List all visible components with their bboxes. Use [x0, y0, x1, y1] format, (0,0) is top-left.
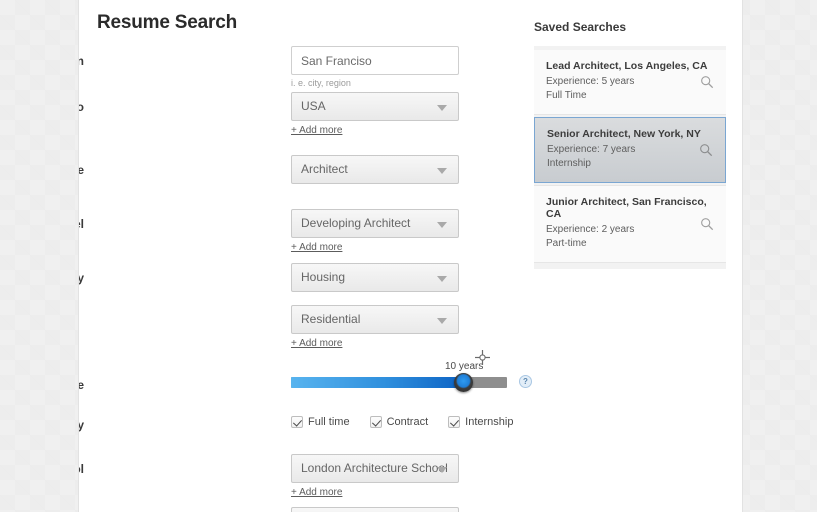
select-sector-speciality[interactable]: Housing	[291, 263, 459, 292]
select-architecture-school[interactable]: London Architecture School	[291, 454, 459, 483]
label-professional-level: Professinal Level	[79, 217, 84, 231]
slider-value-label: 10 years	[445, 361, 484, 372]
select-value-sector-speciality-2: Residential	[301, 312, 361, 326]
label-location: Location	[79, 54, 84, 68]
select-value-relocate: USA	[301, 99, 326, 113]
saved-search-title: Lead Architect, Los Angeles, CA	[546, 60, 708, 72]
search-icon[interactable]	[699, 143, 713, 157]
saved-search-item-senior-architect[interactable]: Senior Architect, New York, NY Experienc…	[534, 117, 726, 183]
select-value-sector-speciality: Housing	[301, 270, 346, 284]
label-availability: Availability	[79, 418, 84, 432]
label-job-title: Job title	[79, 163, 84, 177]
saved-search-experience: Experience: 5 years	[546, 76, 635, 87]
slider-fill	[291, 377, 463, 388]
slider-handle[interactable]	[454, 373, 473, 392]
select-value-architecture-school: London Architecture School	[301, 461, 448, 475]
saved-searches-title: Saved Searches	[534, 20, 627, 34]
saved-search-item-junior-architect[interactable]: Junior Architect, San Francisco, CA Expe…	[534, 185, 726, 263]
label-willing-to-relocate: Willing to Relocate to	[79, 100, 84, 114]
select-job-title[interactable]: Architect	[291, 155, 459, 184]
saved-search-availability: Full Time	[546, 90, 587, 101]
chevron-down-icon	[437, 168, 447, 174]
checkbox-internship[interactable]: Internship	[448, 416, 513, 428]
search-icon[interactable]	[700, 217, 714, 231]
label-architecture-school: Architecture School	[79, 462, 84, 476]
add-more-architecture-school[interactable]: + Add more	[291, 487, 459, 498]
saved-search-experience: Experience: 7 years	[547, 144, 636, 155]
add-more-relocate[interactable]: + Add more	[291, 125, 459, 136]
saved-search-title: Senior Architect, New York, NY	[547, 128, 701, 140]
checkbox-contract[interactable]: Contract	[369, 416, 429, 428]
label-sector-speciality: Sector Speciality	[79, 271, 84, 285]
checkbox-label-full-time: Full time	[308, 416, 350, 428]
saved-search-experience: Experience: 2 years	[546, 224, 635, 235]
checkbox-label-internship: Internship	[465, 416, 514, 428]
chevron-down-icon	[437, 222, 447, 228]
checkbox-full-time[interactable]: Full time	[291, 416, 350, 428]
chevron-down-icon	[437, 467, 447, 473]
add-more-sector-speciality[interactable]: + Add more	[291, 338, 459, 349]
select-professional-level[interactable]: Developing Architect	[291, 209, 459, 238]
chevron-down-icon	[437, 276, 447, 282]
hint-location: i. e. city, region	[291, 78, 351, 88]
checkbox-label-contract: Contract	[386, 416, 429, 428]
search-icon[interactable]	[700, 75, 714, 89]
saved-search-availability: Part-time	[546, 238, 587, 249]
saved-search-title: Junior Architect, San Francisco, CA	[546, 196, 707, 220]
checkbox-box[interactable]	[448, 416, 461, 428]
saved-search-item-lead-architect[interactable]: Lead Architect, Los Angeles, CA Experien…	[534, 50, 726, 115]
label-years-of-experience: Years of Experience	[79, 378, 84, 392]
chevron-down-icon	[437, 318, 447, 324]
help-icon[interactable]: ?	[519, 375, 532, 388]
checkbox-box[interactable]	[291, 416, 303, 428]
select-sector-speciality-2[interactable]: Residential	[291, 305, 459, 334]
years-of-experience-slider[interactable]: 10 years ?	[291, 361, 532, 392]
page-title: Resume Search	[97, 12, 237, 33]
add-more-professional-level[interactable]: + Add more	[291, 242, 459, 253]
checkbox-box[interactable]	[369, 416, 382, 428]
select-willing-to-relocate[interactable]: USA	[291, 92, 459, 121]
search-input-location[interactable]	[291, 46, 459, 75]
select-value-professional-level: Developing Architect	[301, 216, 411, 230]
select-value-job-title: Architect	[301, 162, 348, 176]
page-canvas: Resume Search Location i. e. city, regio…	[78, 0, 743, 512]
saved-search-availability: Internship	[547, 158, 591, 169]
select-architecture-school-2[interactable]	[291, 507, 459, 512]
saved-searches-panel: Saved Searches Lead Architect, Los Angel…	[534, 20, 726, 269]
chevron-down-icon	[437, 105, 447, 111]
